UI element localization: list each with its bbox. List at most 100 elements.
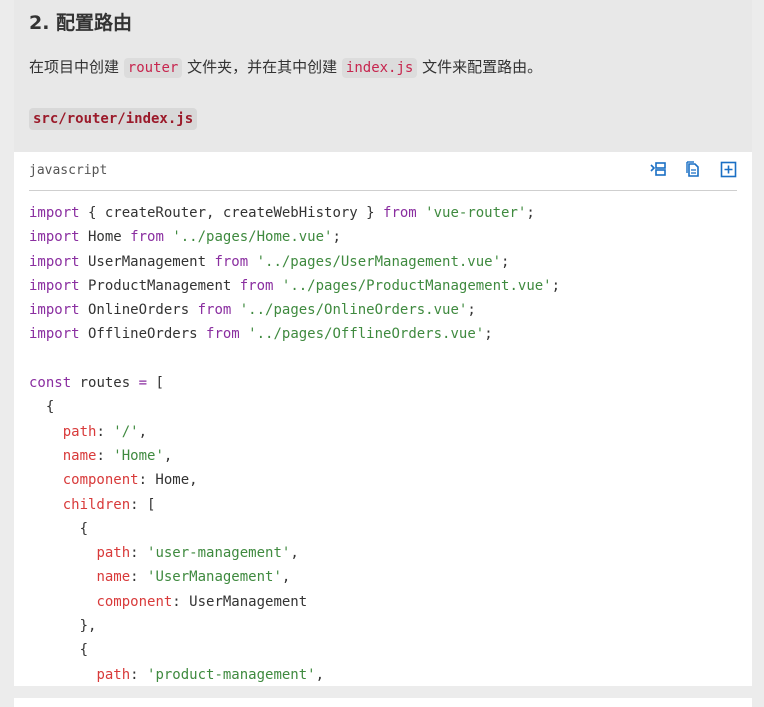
code-keyword: import bbox=[29, 302, 80, 319]
code-property: component bbox=[96, 593, 173, 610]
code-line: import Home from '../pages/Home.vue'; bbox=[29, 225, 560, 249]
code-line: name: 'UserManagement', bbox=[29, 565, 560, 589]
code-block-header: javascript bbox=[29, 152, 737, 191]
code-text: ; bbox=[332, 229, 341, 246]
code-line: import OfflineOrders from '../pages/Offl… bbox=[29, 322, 560, 346]
content-card: 2. 配置路由 在项目中创建 router 文件夹，并在其中创建 index.j… bbox=[14, 0, 752, 686]
code-line: path: 'user-management', bbox=[29, 541, 560, 565]
code-language-label: javascript bbox=[29, 163, 108, 178]
code-text: ; bbox=[484, 326, 493, 343]
intro-text-2: 文件夹，并在其中创建 bbox=[182, 58, 342, 76]
code-line: }, bbox=[29, 614, 560, 638]
code-line: name: 'Home', bbox=[29, 444, 560, 468]
code-keyword: from bbox=[206, 326, 240, 343]
code-line: path: '/', bbox=[29, 420, 560, 444]
code-keyword: import bbox=[29, 326, 80, 343]
code-string: 'UserManagement' bbox=[147, 569, 282, 586]
code-toolbar bbox=[650, 161, 737, 178]
code-string: 'Home' bbox=[113, 447, 164, 464]
section-heading: 2. 配置路由 bbox=[29, 12, 133, 34]
code-line: { bbox=[29, 638, 560, 662]
code-line: import ProductManagement from '../pages/… bbox=[29, 274, 560, 298]
code-text: [ bbox=[147, 375, 164, 392]
code-string: 'user-management' bbox=[147, 545, 291, 562]
code-property: path bbox=[96, 545, 131, 562]
collapse-icon[interactable] bbox=[650, 161, 667, 178]
code-text: , bbox=[290, 545, 299, 562]
code-line: { bbox=[29, 517, 560, 541]
code-keyword: import bbox=[29, 277, 80, 294]
code-string: '../pages/OnlineOrders.vue' bbox=[239, 302, 468, 319]
code-property: name bbox=[62, 447, 97, 464]
code-property: name bbox=[96, 569, 131, 586]
code-keyword: = bbox=[138, 375, 148, 392]
code-text: ; bbox=[501, 253, 510, 270]
code-string: 'vue-router' bbox=[425, 205, 527, 221]
intro-paragraph: 在项目中创建 router 文件夹，并在其中创建 index.js 文件来配置路… bbox=[29, 55, 542, 80]
code-text: : bbox=[130, 569, 148, 586]
code-text: : [ bbox=[130, 496, 156, 513]
code-text: routes bbox=[71, 375, 139, 392]
code-text: }, bbox=[29, 618, 97, 635]
add-icon[interactable] bbox=[720, 161, 737, 178]
code-line: children: [ bbox=[29, 493, 560, 517]
intro-text-1: 在项目中创建 bbox=[29, 58, 124, 76]
bottom-bar bbox=[14, 698, 752, 707]
code-text: ProductManagement bbox=[79, 277, 240, 294]
code-string: '../pages/UserManagement.vue' bbox=[256, 253, 502, 270]
code-content: import { createRouter, createWebHistory … bbox=[29, 201, 560, 686]
code-keyword: import bbox=[29, 253, 80, 270]
code-property: component bbox=[62, 472, 139, 489]
code-text: , bbox=[138, 423, 148, 440]
code-property: path bbox=[96, 666, 131, 683]
code-text: , bbox=[315, 666, 325, 683]
code-keyword: from bbox=[197, 302, 232, 319]
code-string: 'product-management' bbox=[147, 666, 316, 683]
code-text: UserManagement bbox=[79, 253, 215, 270]
code-keyword: from bbox=[214, 253, 249, 270]
code-keyword: const bbox=[29, 375, 72, 392]
code-text: ; bbox=[551, 277, 561, 294]
inline-code-index-js: index.js bbox=[341, 58, 418, 78]
code-text: : bbox=[96, 423, 114, 440]
code-text: , bbox=[163, 447, 173, 464]
code-line: component: UserManagement bbox=[29, 590, 560, 614]
code-text: { bbox=[29, 520, 89, 537]
code-text: : bbox=[130, 545, 148, 562]
code-line: import OnlineOrders from '../pages/Onlin… bbox=[29, 298, 560, 322]
code-text: : bbox=[130, 666, 148, 683]
code-text: { bbox=[29, 399, 55, 416]
code-keyword: import bbox=[29, 205, 80, 221]
code-line: path: 'product-management', bbox=[29, 663, 560, 686]
code-line: { bbox=[29, 395, 560, 419]
intro-text-3: 文件来配置路由。 bbox=[417, 58, 543, 76]
code-property: path bbox=[62, 423, 97, 440]
code-keyword: import bbox=[29, 229, 80, 246]
code-text: , bbox=[281, 569, 291, 586]
code-text: : UserManagement bbox=[172, 593, 308, 610]
code-string: '../pages/Home.vue' bbox=[172, 229, 333, 246]
code-keyword: from bbox=[383, 205, 417, 221]
code-text: : Home, bbox=[138, 472, 198, 489]
code-keyword: from bbox=[239, 277, 274, 294]
code-text: ; bbox=[526, 205, 535, 221]
code-string: '/' bbox=[113, 423, 139, 440]
copy-icon[interactable] bbox=[685, 161, 702, 178]
code-line: import { createRouter, createWebHistory … bbox=[29, 201, 560, 225]
code-block: javascript import {createRouter, create… bbox=[14, 152, 752, 686]
code-text: : bbox=[96, 447, 114, 464]
file-path-label: src/router/index.js bbox=[29, 108, 198, 130]
code-text: Home bbox=[79, 229, 131, 246]
